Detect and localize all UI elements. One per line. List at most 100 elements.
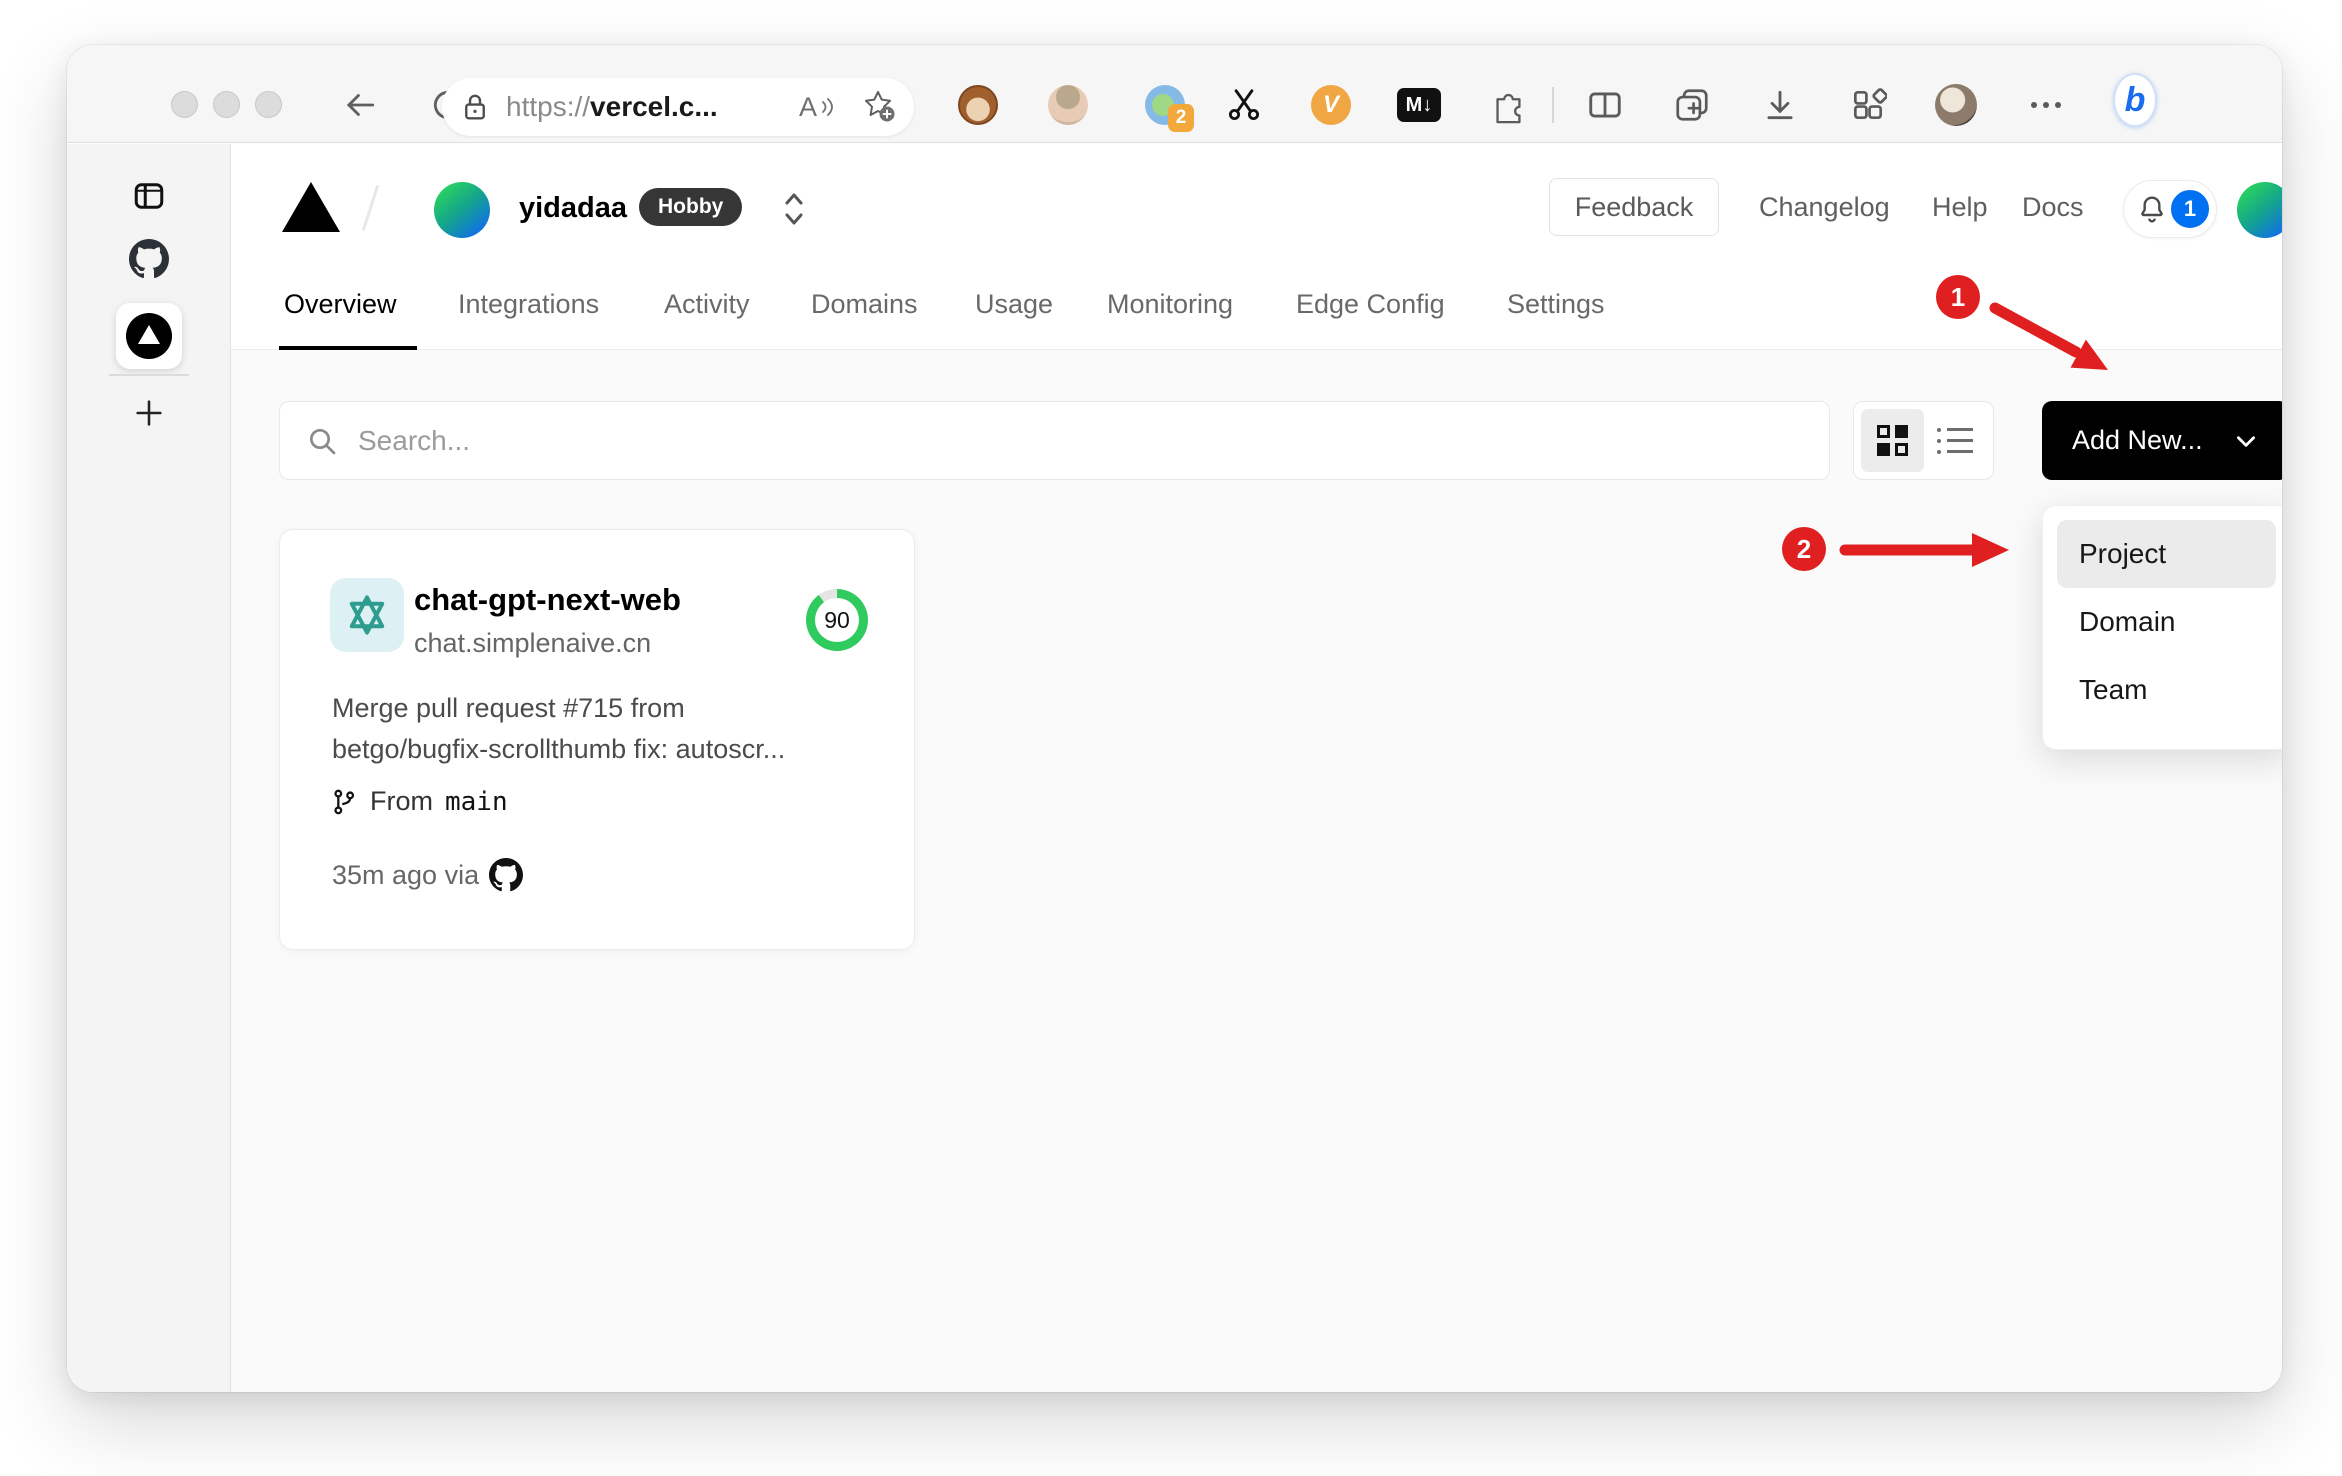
project-favicon xyxy=(330,578,404,652)
team-switcher[interactable] xyxy=(779,186,809,237)
notifications-button[interactable]: 1 xyxy=(2123,180,2217,238)
apps-grid-icon xyxy=(1853,88,1887,120)
branch-from-label: From xyxy=(370,786,433,816)
feedback-button[interactable]: Feedback xyxy=(1549,178,1719,236)
sidebar-pane-toggle[interactable] xyxy=(67,178,231,214)
downloads-button[interactable] xyxy=(1758,83,1802,127)
extension-with-badge[interactable]: 2 xyxy=(1143,83,1194,132)
puzzle-icon xyxy=(1496,93,1521,124)
plan-badge: Hobby xyxy=(639,188,743,226)
dropdown-item-project[interactable]: Project xyxy=(2057,520,2276,588)
view-toggle xyxy=(1853,401,1994,480)
team-name: yidadaa xyxy=(519,192,627,224)
help-link[interactable]: Help xyxy=(1932,192,1988,223)
extension-tampermonkey[interactable] xyxy=(956,83,1000,127)
tab-usage[interactable]: Usage xyxy=(975,289,1053,320)
tab-settings[interactable]: Settings xyxy=(1507,289,1605,320)
add-new-button[interactable]: Add New... xyxy=(2042,401,2282,480)
tab-monitoring[interactable]: Monitoring xyxy=(1107,289,1233,320)
user-avatar[interactable] xyxy=(2237,182,2282,238)
tab-domains[interactable]: Domains xyxy=(811,289,918,320)
browser-sidebar xyxy=(67,144,231,1392)
sidebar-tab-github[interactable] xyxy=(67,239,231,279)
search-icon xyxy=(310,428,336,454)
grid-view-icon xyxy=(1876,425,1908,456)
extension-scissors[interactable] xyxy=(1222,83,1266,127)
browser-toolbar: https://vercel.c... A 2 V M↓ b xyxy=(67,45,2282,143)
toolbar-divider xyxy=(1552,87,1554,123)
address-bar[interactable]: https://vercel.c... A xyxy=(442,78,914,136)
search-bar xyxy=(279,401,1830,480)
commit-line-1: Merge pull request #715 from xyxy=(332,693,685,723)
git-branch-icon xyxy=(334,789,355,814)
changelog-link[interactable]: Changelog xyxy=(1759,192,1890,223)
split-screen-icon xyxy=(1589,92,1621,118)
read-aloud-button[interactable]: A xyxy=(799,92,834,123)
extensions-menu-button[interactable] xyxy=(1486,83,1530,127)
github-source-icon xyxy=(489,858,524,892)
dropdown-item-domain[interactable]: Domain xyxy=(2057,588,2276,656)
branch-row: From main xyxy=(330,786,508,817)
search-input[interactable] xyxy=(358,424,1803,457)
tab-overview[interactable]: Overview xyxy=(284,289,397,320)
star-add-icon xyxy=(865,90,895,121)
chevron-down-icon xyxy=(2237,435,2255,447)
collections-add-icon xyxy=(1676,89,1708,121)
maximize-window-button[interactable] xyxy=(255,91,282,118)
vercel-logo-icon[interactable] xyxy=(282,182,340,232)
grid-view-button[interactable] xyxy=(1861,409,1924,472)
scissors-icon xyxy=(1228,89,1260,121)
minimize-window-button[interactable] xyxy=(213,91,240,118)
team-avatar[interactable] xyxy=(434,182,490,238)
list-view-button[interactable] xyxy=(1924,409,1987,472)
annotation-step-2: 2 xyxy=(1782,527,1826,571)
sidebar-panel-icon xyxy=(134,183,164,209)
markdown-icon: M↓ xyxy=(1397,88,1441,122)
back-button[interactable] xyxy=(338,83,382,127)
more-menu-button[interactable] xyxy=(2024,83,2068,127)
deploy-meta: 35m ago via xyxy=(332,858,524,892)
extension-markdown[interactable]: M↓ xyxy=(1397,83,1441,127)
project-domain[interactable]: chat.simplenaive.cn xyxy=(414,628,651,659)
split-screen-button[interactable] xyxy=(1583,83,1627,127)
branch-name: main xyxy=(445,786,508,817)
tab-integrations[interactable]: Integrations xyxy=(458,289,599,320)
add-to-collections-button[interactable] xyxy=(1670,83,1714,127)
vercel-tab-icon xyxy=(126,313,172,359)
url-host: vercel.c... xyxy=(590,91,718,122)
site-header: yidadaa Hobby Feedback Changelog Help Do… xyxy=(231,144,2282,271)
close-window-button[interactable] xyxy=(171,91,198,118)
project-name: chat-gpt-next-web xyxy=(414,582,681,617)
notification-count-badge: 1 xyxy=(2168,187,2212,231)
annotation-arrow-1 xyxy=(1989,302,2108,370)
deploy-time: 35m ago via xyxy=(332,859,480,890)
sidebar-tab-vercel-active[interactable] xyxy=(116,303,182,369)
person-extension-icon xyxy=(1048,85,1088,125)
chevron-updown-icon xyxy=(785,193,803,225)
profile-avatar xyxy=(1935,84,1977,126)
url-text: https://vercel.c... xyxy=(506,91,718,123)
add-new-label: Add New... xyxy=(2072,425,2203,455)
annotation-step-1: 1 xyxy=(1936,275,1980,319)
docs-link[interactable]: Docs xyxy=(2022,192,2084,223)
browser-window: https://vercel.c... A 2 V M↓ b yidadaa H… xyxy=(67,45,2282,1392)
extension-v[interactable]: V xyxy=(1309,83,1353,127)
extension-badge: 2 xyxy=(1168,104,1194,132)
project-card[interactable]: chat-gpt-next-web chat.simplenaive.cn 90… xyxy=(279,529,915,950)
commit-line-2: betgo/bugfix-scrollthumb fix: autoscr... xyxy=(332,734,786,764)
blue-circle-extension-icon: 2 xyxy=(1145,85,1194,132)
vercel-dashboard: yidadaa Hobby Feedback Changelog Help Do… xyxy=(231,144,2282,1392)
more-icon xyxy=(2031,102,2061,108)
tab-activity[interactable]: Activity xyxy=(664,289,750,320)
new-tab-button[interactable] xyxy=(67,396,231,430)
tab-edge-config[interactable]: Edge Config xyxy=(1296,289,1445,320)
read-aloud-waves-icon xyxy=(822,98,833,116)
profile-button[interactable] xyxy=(1934,83,1978,127)
favorite-button[interactable] xyxy=(860,87,896,128)
dropdown-item-team[interactable]: Team xyxy=(2057,656,2276,724)
apps-button[interactable] xyxy=(1846,83,1890,127)
download-icon xyxy=(1767,90,1793,120)
lock-icon xyxy=(465,94,485,120)
extension-avatar[interactable] xyxy=(1046,83,1090,127)
bing-chat-button[interactable]: b xyxy=(2113,73,2157,127)
